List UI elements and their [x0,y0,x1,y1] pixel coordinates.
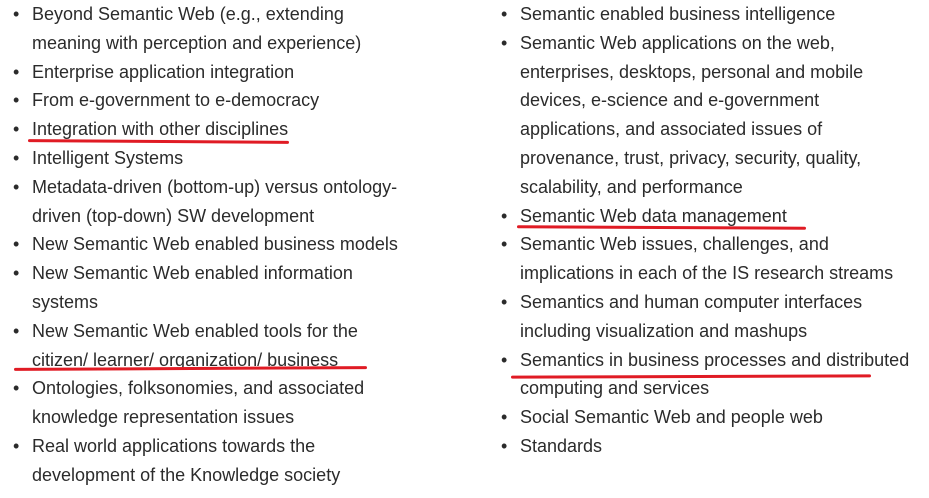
list-item-text: Semantics and human computer interfaces … [520,291,863,341]
list-item-text: Semantic Web issues, challenges, and imp… [520,234,894,284]
list-item-text: From e-government to e-democracy [32,90,320,111]
list-item-text: Beyond Semantic Web (e.g., extending mea… [32,4,362,53]
right-topic-list: • Semantic enabled business intelligence … [498,0,918,461]
list-item-text: Real world applications towards the deve… [32,435,341,485]
list-item: • Social Semantic Web and people web [498,403,918,432]
list-item-text: Semantic Web applications on the web, en… [520,32,864,197]
list-item: • Beyond Semantic Web (e.g., extending me… [10,0,410,58]
list-item: • New Semantic Web enabled information sy… [10,259,410,317]
list-item-text: New Semantic Web enabled tools for the c… [32,320,358,370]
list-item-text: Metadata-driven (bottom-up) versus ontol… [32,176,398,226]
bullet-icon: • [501,234,508,255]
bullet-icon: • [13,90,20,111]
list-item-text: Intelligent Systems [32,147,184,168]
bullet-icon: • [501,435,508,456]
list-item-text: Social Semantic Web and people web [520,407,823,428]
list-item-text: Enterprise application integration [32,61,295,82]
list-item: • Standards [498,432,918,461]
bullet-icon: • [13,435,20,456]
list-item-text: Integration with other disciplines [32,119,289,140]
bullet-icon: • [501,4,508,24]
list-item: • Enterprise application integration [10,58,410,87]
list-item: • New Semantic Web enabled business model… [10,230,410,259]
list-item: • Semantic Web issues, challenges, and im… [498,230,918,288]
bullet-icon: • [13,378,20,399]
bullet-icon: • [13,320,20,341]
list-item-text: New Semantic Web enabled information sys… [32,263,353,312]
list-item: • Intelligent Systems [10,144,410,173]
bullet-icon: • [13,263,20,284]
list-item: • Ontologies, folksonomies, and associate… [10,374,410,432]
list-item-text: Semantic enabled business intelligence [520,4,836,24]
bullet-icon: • [501,205,508,226]
bullet-icon: • [13,234,20,255]
bullet-icon: • [13,4,20,24]
bullet-icon: • [13,147,20,168]
list-item: • Semantics and human computer interfaces… [498,288,918,346]
list-item: • From e-government to e-democracy [10,86,410,115]
list-item: • Real world applications towards the dev… [10,432,410,490]
bullet-icon: • [13,176,20,197]
list-item: • Semantic Web applications on the web, e… [498,29,918,202]
list-item-text: New Semantic Web enabled business models [32,234,398,255]
bullet-icon: • [501,32,508,53]
list-item-text: Semantic Web data management [520,205,787,226]
list-item: • Semantic enabled business intelligence [498,0,918,29]
list-item: • Metadata-driven (bottom-up) versus onto… [10,173,410,231]
bullet-icon: • [13,119,20,140]
bullet-icon: • [13,61,20,82]
left-topic-list: • Beyond Semantic Web (e.g., extending me… [10,0,410,490]
bullet-icon: • [501,291,508,312]
bullet-icon: • [501,349,508,370]
list-item-text: Standards [520,435,603,456]
topics-page: { "left_column": { "items": [ "Beyond Se… [0,0,929,498]
bullet-icon: • [501,407,508,428]
list-item-text: Ontologies, folksonomies, and associated… [32,378,365,428]
